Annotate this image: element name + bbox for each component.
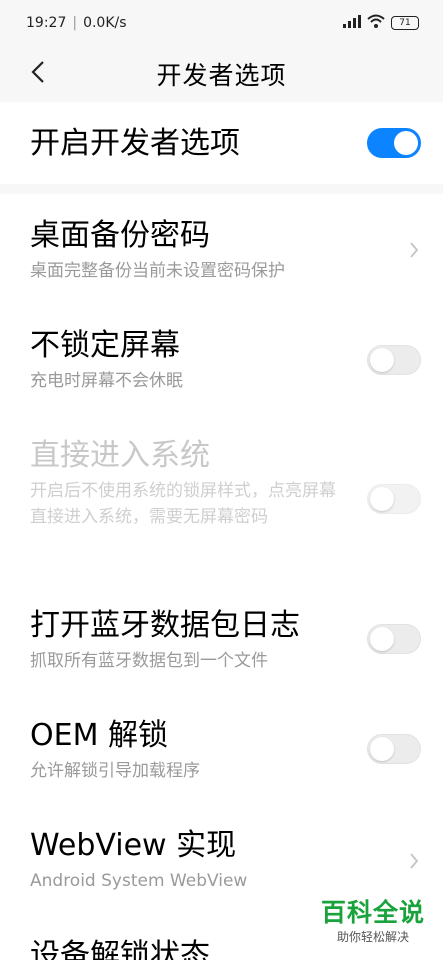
status-time: 19:27 (26, 15, 67, 31)
setting-bluetooth-log[interactable]: 打开蓝牙数据包日志 抓取所有蓝牙数据包到一个文件 (0, 584, 443, 694)
setting-title: 设备解锁状态 (30, 938, 210, 960)
status-separator: | (72, 15, 78, 31)
setting-title: OEM 解锁 (30, 718, 168, 753)
watermark-title: 百科全说 (320, 898, 425, 927)
toggle-knob (370, 737, 394, 761)
page-title: 开发者选项 (156, 61, 287, 90)
title-bar: 开发者选项 (0, 46, 443, 102)
setting-oem-unlock[interactable]: OEM 解锁 允许解锁引导加载程序 (0, 694, 443, 804)
status-bar: 19:27 | 0.0K/s 71 (0, 0, 443, 46)
setting-subtitle: 充电时屏幕不会休眠 (30, 371, 183, 391)
status-right: 71 (343, 14, 419, 32)
watermark-logo: 百科全说 助你轻松解决 (317, 898, 429, 946)
setting-subtitle: 开启后不使用系统的锁屏样式，点亮屏幕直接进入系统，需要无屏幕密码 (30, 481, 336, 527)
watermark-subtitle: 助你轻松解决 (336, 930, 409, 944)
status-left: 19:27 | 0.0K/s (26, 15, 127, 31)
setting-subtitle: Android System WebView (30, 871, 248, 891)
stay-awake-toggle[interactable] (367, 345, 421, 375)
setting-title: 桌面备份密码 (30, 218, 210, 253)
toggle-knob (370, 627, 394, 651)
toggle-knob (370, 348, 394, 372)
setting-subtitle: 抓取所有蓝牙数据包到一个文件 (30, 651, 268, 671)
setting-title: 打开蓝牙数据包日志 (30, 608, 300, 643)
setting-subtitle: 允许解锁引导加载程序 (30, 761, 200, 781)
network-speed: 0.0K/s (83, 15, 127, 31)
master-toggle-label: 开启开发者选项 (30, 126, 240, 161)
signal-icon (343, 14, 361, 32)
setting-title: WebView 实现 (30, 828, 237, 863)
chevron-right-icon (407, 239, 421, 261)
master-toggle-switch[interactable] (367, 128, 421, 158)
oem-unlock-toggle[interactable] (367, 734, 421, 764)
settings-list: 桌面备份密码 桌面完整备份当前未设置密码保护 不锁定屏幕 充电时屏幕不会休眠 直… (0, 194, 443, 960)
chevron-left-icon[interactable] (24, 58, 52, 86)
battery-icon: 71 (391, 16, 419, 30)
battery-level: 71 (399, 17, 411, 28)
chevron-right-icon (407, 850, 421, 872)
setting-subtitle: 桌面完整备份当前未设置密码保护 (30, 261, 285, 281)
master-toggle-card: 开启开发者选项 (0, 102, 443, 184)
setting-title: 直接进入系统 (30, 438, 210, 473)
setting-desktop-backup-password[interactable]: 桌面备份密码 桌面完整备份当前未设置密码保护 (0, 194, 443, 304)
wifi-icon (367, 14, 385, 32)
setting-direct-enter-system: 直接进入系统 开启后不使用系统的锁屏样式，点亮屏幕直接进入系统，需要无屏幕密码 (0, 414, 443, 584)
direct-enter-toggle (367, 484, 421, 514)
master-toggle-row[interactable]: 开启开发者选项 (0, 102, 443, 184)
toggle-knob (394, 131, 418, 155)
toggle-knob (370, 487, 394, 511)
bluetooth-log-toggle[interactable] (367, 624, 421, 654)
setting-title: 不锁定屏幕 (30, 328, 180, 363)
setting-stay-awake[interactable]: 不锁定屏幕 充电时屏幕不会休眠 (0, 304, 443, 414)
